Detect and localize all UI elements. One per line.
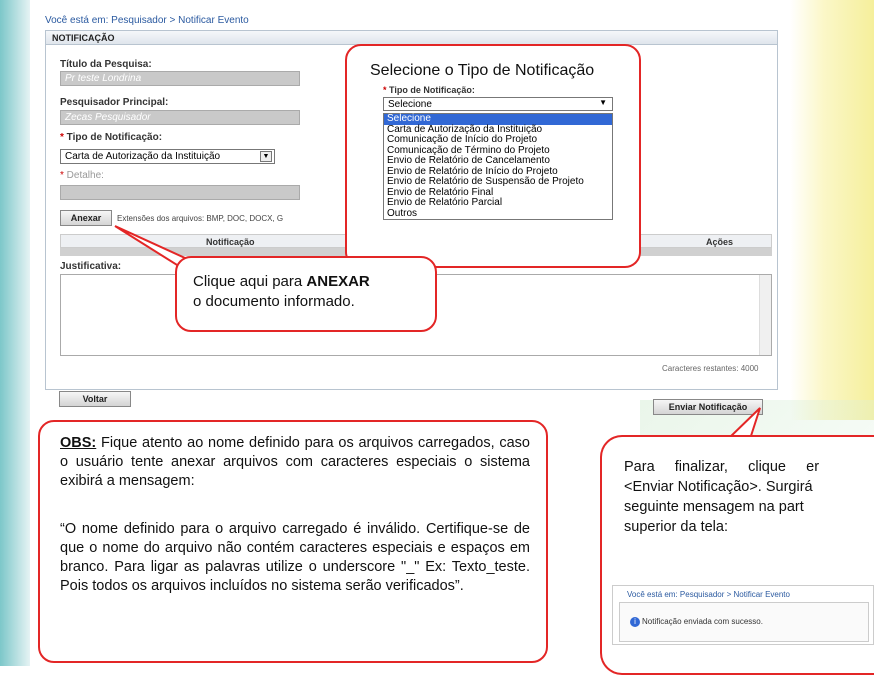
obs-paragraph-1: OBS: Fique atento ao nome definido para …	[60, 435, 530, 489]
pesquisador-label: Pesquisador Principal:	[60, 97, 169, 108]
option-item[interactable]: Comunicação de Início do Projeto	[384, 134, 612, 146]
success-message: Notificação enviada com sucesso.	[642, 617, 763, 626]
col-notificacao: Notificação	[206, 237, 255, 247]
option-item[interactable]: Envio de Relatório de Cancelamento	[384, 155, 612, 167]
popup-tipo-label: * Tipo de Notificação:	[383, 85, 475, 95]
voltar-button[interactable]: Voltar	[59, 391, 131, 407]
detalhe-field[interactable]	[60, 185, 300, 200]
success-box: i Notificação enviada com sucesso.	[619, 602, 869, 642]
titulo-field: Pr teste Londrina	[60, 71, 300, 86]
finalizar-text: Para finalizar, clique er <Enviar Notifi…	[624, 459, 820, 535]
info-icon: i	[630, 617, 640, 627]
tipo-select[interactable]: Carta de Autorização da Instituição ▼	[60, 149, 275, 164]
tipo-select-value: Carta de Autorização da Instituição	[65, 151, 221, 162]
option-item[interactable]: Envio de Relatório Parcial	[384, 197, 612, 209]
obs-callout: OBS: Fique atento ao nome definido para …	[38, 420, 548, 663]
option-item[interactable]: Selecione	[384, 113, 612, 125]
textarea-scrollbar[interactable]	[759, 275, 771, 355]
mini-breadcrumb: Você está em: Pesquisador > Notificar Ev…	[627, 590, 790, 599]
chevron-down-icon[interactable]: ▼	[260, 151, 272, 162]
caracteres-restantes: Caracteres restantes: 4000	[662, 364, 759, 373]
anexar-callout-text: Clique aqui para ANEXAR o documento info…	[193, 273, 370, 310]
anexar-button[interactable]: Anexar	[60, 210, 112, 226]
option-item[interactable]: Envio de Relatório de Suspensão de Proje…	[384, 176, 612, 188]
popup-select-value: Selecione	[388, 99, 432, 110]
col-acoes: Ações	[706, 237, 734, 247]
tipo-options-list: Selecione Carta de Autorização da Instit…	[383, 113, 613, 220]
pesquisador-field: Zecas Pesquisador	[60, 110, 300, 125]
titulo-label: Título da Pesquisa:	[60, 59, 152, 70]
obs-paragraph-2: “O nome definido para o arquivo carregad…	[60, 521, 530, 594]
success-screenshot: Você está em: Pesquisador > Notificar Ev…	[612, 585, 874, 645]
popup-tipo-select[interactable]: Selecione ▼	[383, 97, 613, 111]
detalhe-label: * Detalhe:	[60, 170, 104, 181]
left-decoration	[0, 0, 30, 666]
callout-title: Selecione o Tipo de Notificação	[370, 62, 595, 79]
right-decoration	[790, 0, 874, 420]
option-item[interactable]: Outros	[384, 208, 612, 220]
anexar-callout: Clique aqui para ANEXAR o documento info…	[175, 256, 437, 332]
breadcrumb: Você está em: Pesquisador > Notificar Ev…	[45, 15, 249, 26]
dropdown-arrow-icon[interactable]: ▼	[599, 98, 607, 107]
panel-title: NOTIFICAÇÃO	[46, 31, 777, 45]
tipo-label: * Tipo de Notificação:	[60, 132, 163, 143]
